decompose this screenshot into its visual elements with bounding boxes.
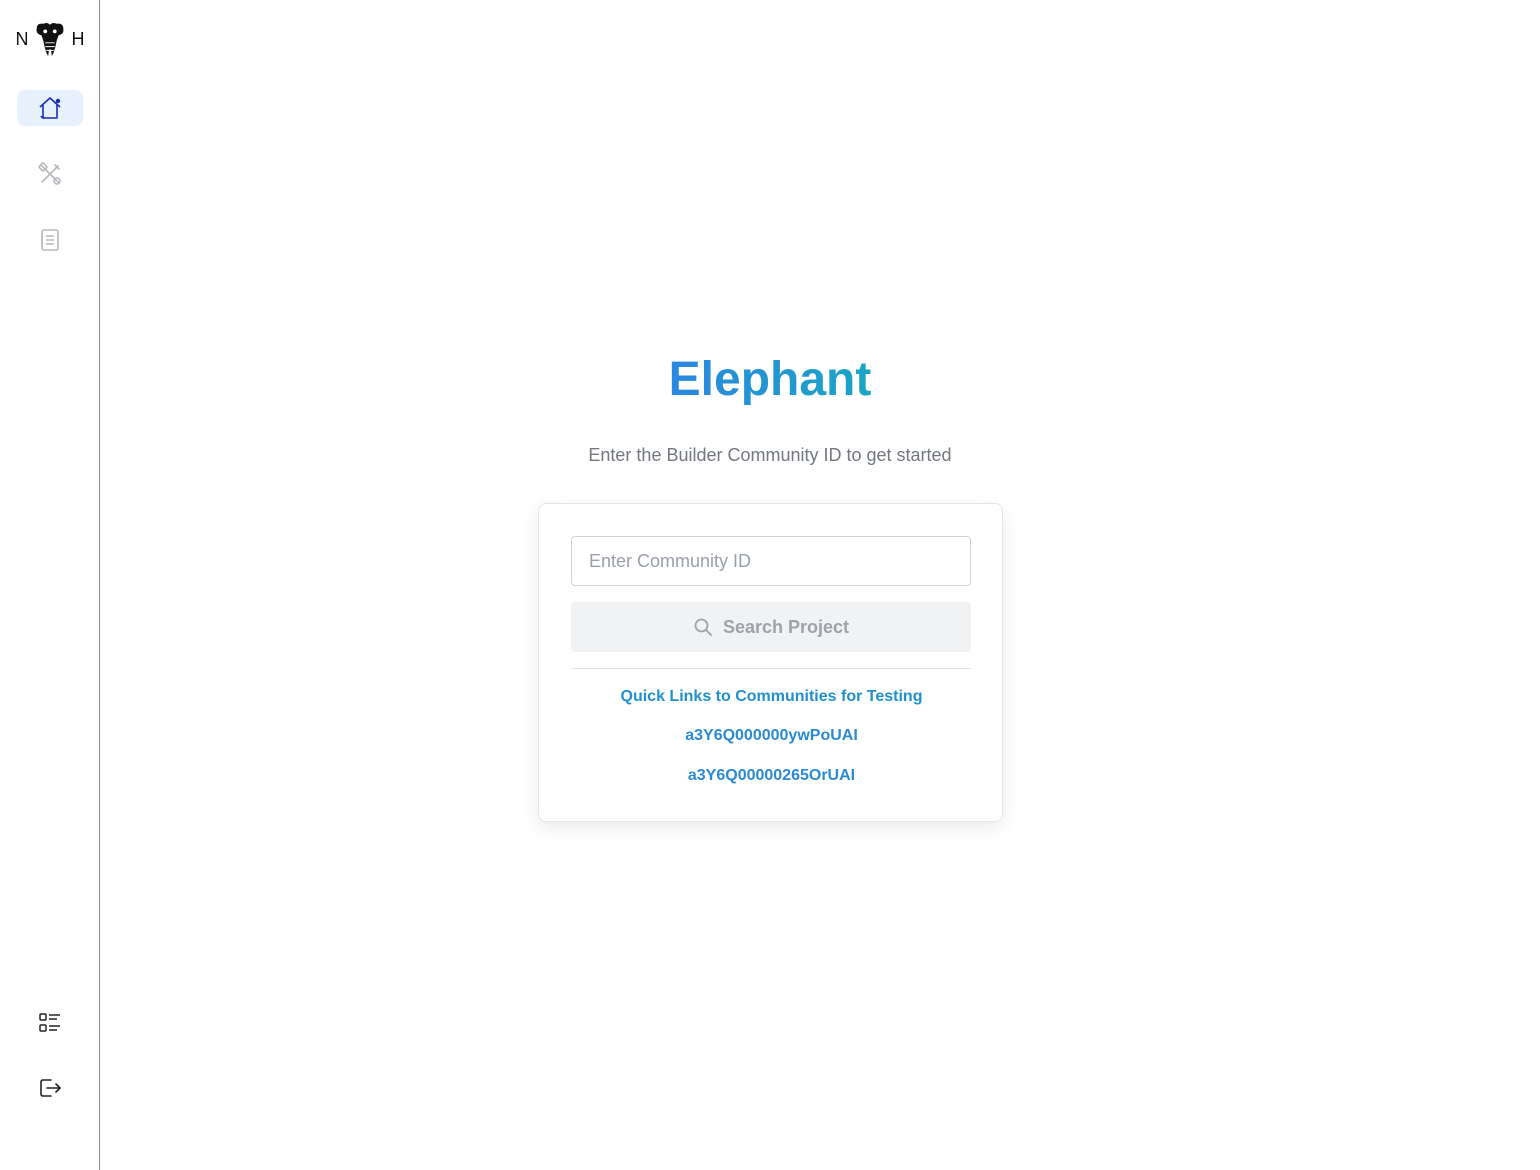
page-subtitle: Enter the Builder Community ID to get st… xyxy=(588,445,952,465)
list-icon xyxy=(39,1013,60,1032)
quick-links-title: Quick Links to Communities for Testing xyxy=(620,688,923,705)
search-card: Search Project Quick Links to Communitie… xyxy=(538,503,1003,822)
page-title-text: Elephant xyxy=(668,353,872,406)
elephant-logo-icon xyxy=(36,23,64,57)
logout-icon xyxy=(40,1079,61,1097)
nav-list[interactable] xyxy=(17,1005,83,1041)
quick-link-item[interactable]: a3Y6Q000000ywPoUAI xyxy=(539,727,1004,745)
home-icon xyxy=(39,97,61,119)
logo-letter-right: H xyxy=(71,28,85,49)
main-content: Elephant Enter the Builder Community ID … xyxy=(100,0,1540,1170)
sidebar: N H xyxy=(0,0,100,1170)
search-project-label: Search Project xyxy=(722,616,850,637)
logo-letter-left: N xyxy=(15,28,29,49)
nav-documents[interactable] xyxy=(17,222,83,258)
community-id-input[interactable] xyxy=(571,536,971,586)
logo[interactable]: N H xyxy=(15,20,85,58)
logout-button[interactable] xyxy=(17,1070,83,1106)
quick-link-item[interactable]: a3Y6Q00000265OrUAI xyxy=(539,767,1004,785)
search-project-button[interactable]: Search Project xyxy=(571,602,971,652)
tools-icon xyxy=(38,162,61,185)
nav-tools[interactable] xyxy=(17,156,83,192)
nav-home[interactable] xyxy=(17,90,83,126)
search-icon xyxy=(694,618,712,636)
divider xyxy=(571,668,971,669)
page-title: Elephant xyxy=(100,352,1440,407)
document-icon xyxy=(41,229,59,251)
